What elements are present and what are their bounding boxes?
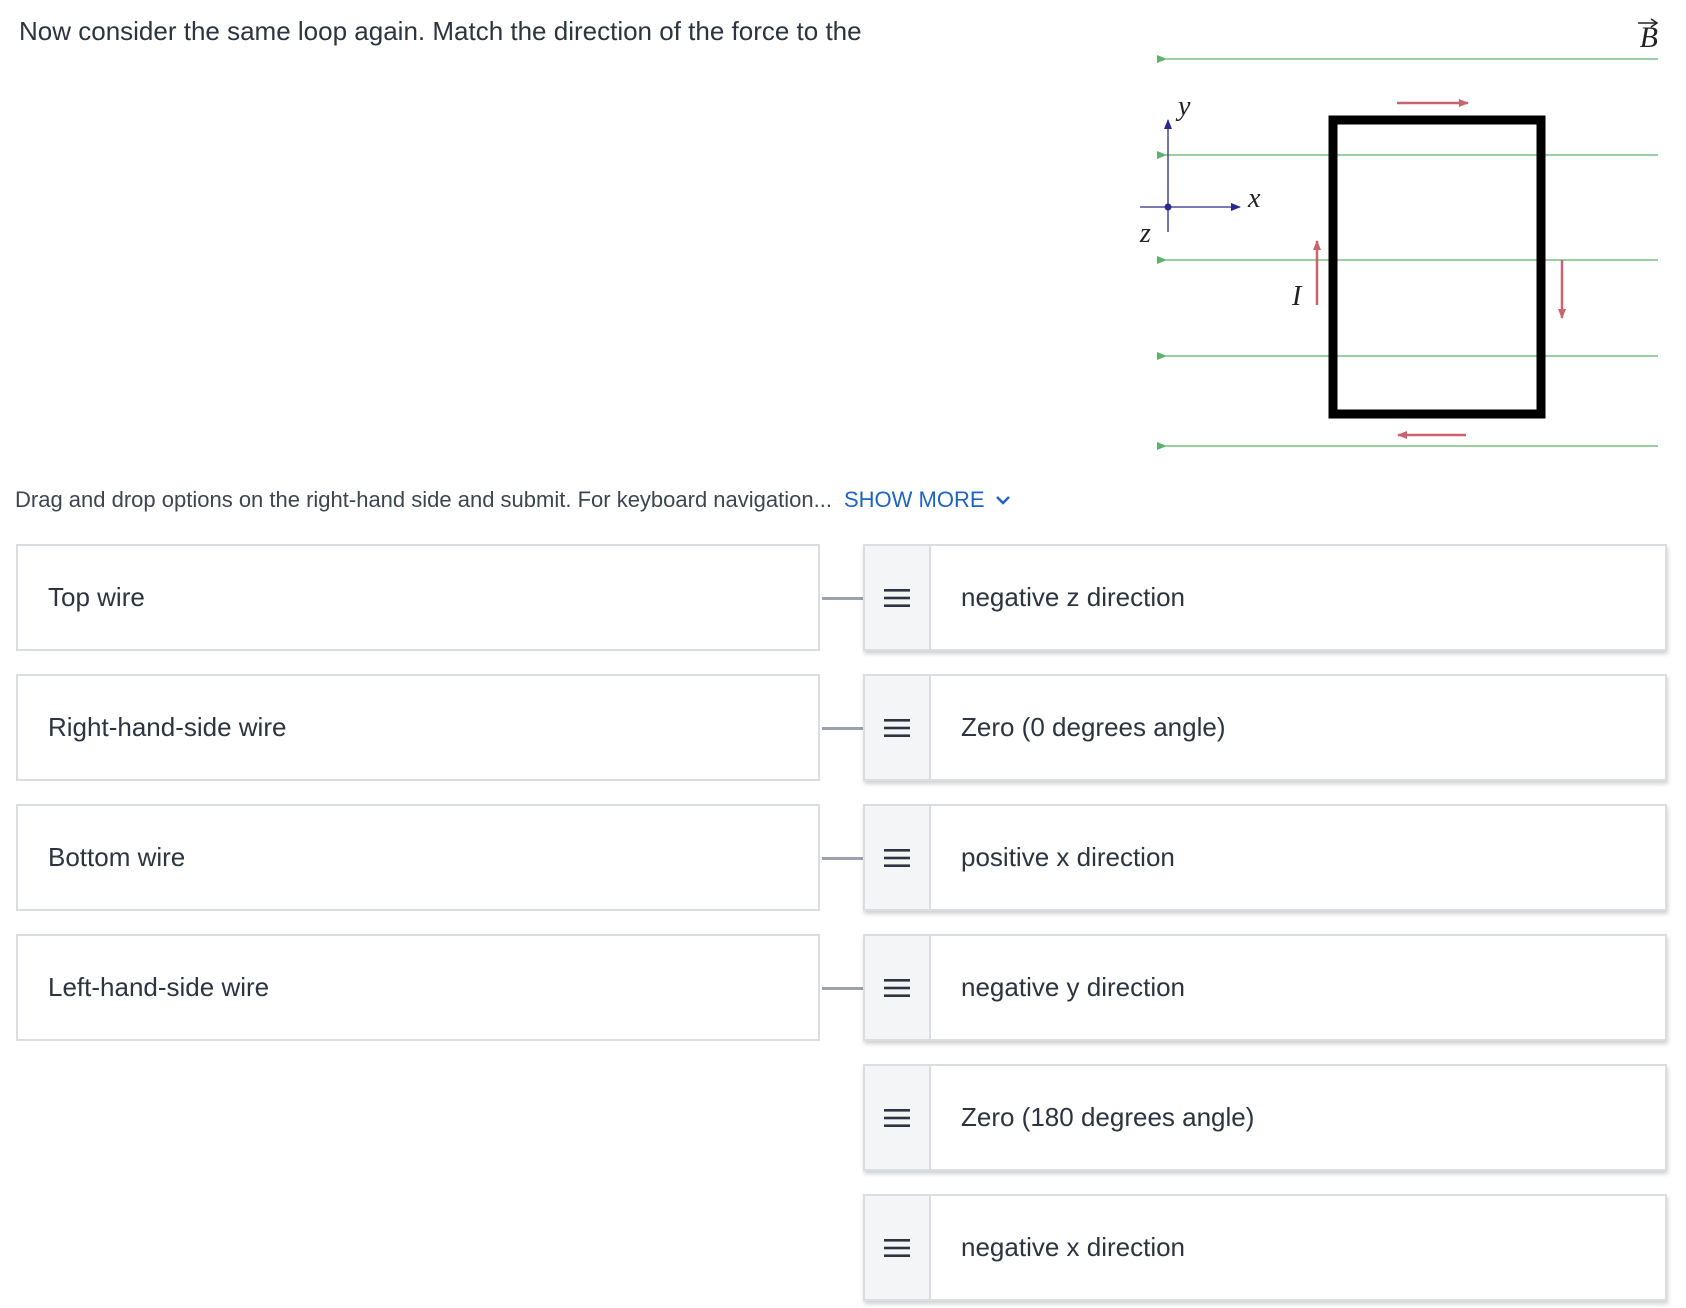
- target-label: Bottom wire: [48, 842, 186, 872]
- drag-handle-icon: [884, 848, 910, 867]
- drag-option[interactable]: Zero (180 degrees angle): [863, 1064, 1667, 1171]
- connector-line: [822, 857, 863, 860]
- x-axis-label: x: [1247, 183, 1261, 214]
- current-loop: [1328, 115, 1546, 419]
- drag-handle[interactable]: [865, 1066, 931, 1169]
- option-label: Zero (0 degrees angle): [961, 712, 1226, 742]
- field-label: B: [1638, 18, 1659, 54]
- current-label: I: [1291, 281, 1303, 312]
- chevron-down-icon: [995, 496, 1010, 505]
- target-left-wire: Left-hand-side wire: [16, 934, 820, 1041]
- drag-option[interactable]: negative y direction: [863, 934, 1667, 1041]
- target-label: Top wire: [48, 582, 145, 612]
- drag-option[interactable]: negative x direction: [863, 1194, 1667, 1301]
- drag-handle[interactable]: [865, 676, 931, 779]
- option-label: negative z direction: [961, 582, 1186, 612]
- show-more-link[interactable]: SHOW MORE: [844, 487, 1011, 513]
- show-more-label: SHOW MORE: [843, 487, 985, 512]
- drag-handle-icon: [884, 1238, 910, 1257]
- drag-handle[interactable]: [865, 936, 931, 1039]
- option-label: negative x direction: [961, 1232, 1186, 1262]
- drag-option[interactable]: Zero (0 degrees angle): [863, 674, 1667, 781]
- connector-line: [822, 597, 863, 600]
- target-bottom-wire: Bottom wire: [16, 804, 820, 911]
- drag-handle-icon: [884, 588, 910, 607]
- option-label: positive x direction: [961, 842, 1175, 872]
- axes: y x z: [1139, 91, 1261, 249]
- z-axis-label: z: [1139, 218, 1151, 249]
- y-axis-label: y: [1175, 91, 1191, 122]
- option-label: negative y direction: [961, 972, 1186, 1002]
- question-text: Now consider the same loop again. Match …: [19, 16, 862, 46]
- drag-handle[interactable]: [865, 546, 931, 649]
- magnetic-loop-figure: B y x z I: [1139, 18, 1659, 450]
- instructions-text: Drag and drop options on the right-hand …: [15, 487, 832, 512]
- target-right-wire: Right-hand-side wire: [16, 674, 820, 781]
- connector-line: [822, 987, 863, 990]
- drag-option[interactable]: positive x direction: [863, 804, 1667, 911]
- current-arrows: [1313, 99, 1566, 439]
- svg-text:B: B: [1640, 21, 1658, 54]
- drag-handle-icon: [884, 1108, 910, 1127]
- drag-handle[interactable]: [865, 806, 931, 909]
- option-label: Zero (180 degrees angle): [961, 1102, 1255, 1132]
- drag-handle-icon: [884, 718, 910, 737]
- target-top-wire: Top wire: [16, 544, 820, 651]
- target-label: Left-hand-side wire: [48, 972, 270, 1002]
- drag-handle[interactable]: [865, 1196, 931, 1299]
- connector-line: [822, 727, 863, 730]
- target-label: Right-hand-side wire: [48, 712, 287, 742]
- instructions: Drag and drop options on the right-hand …: [15, 487, 1011, 513]
- drag-handle-icon: [884, 978, 910, 997]
- drag-option[interactable]: negative z direction: [863, 544, 1667, 651]
